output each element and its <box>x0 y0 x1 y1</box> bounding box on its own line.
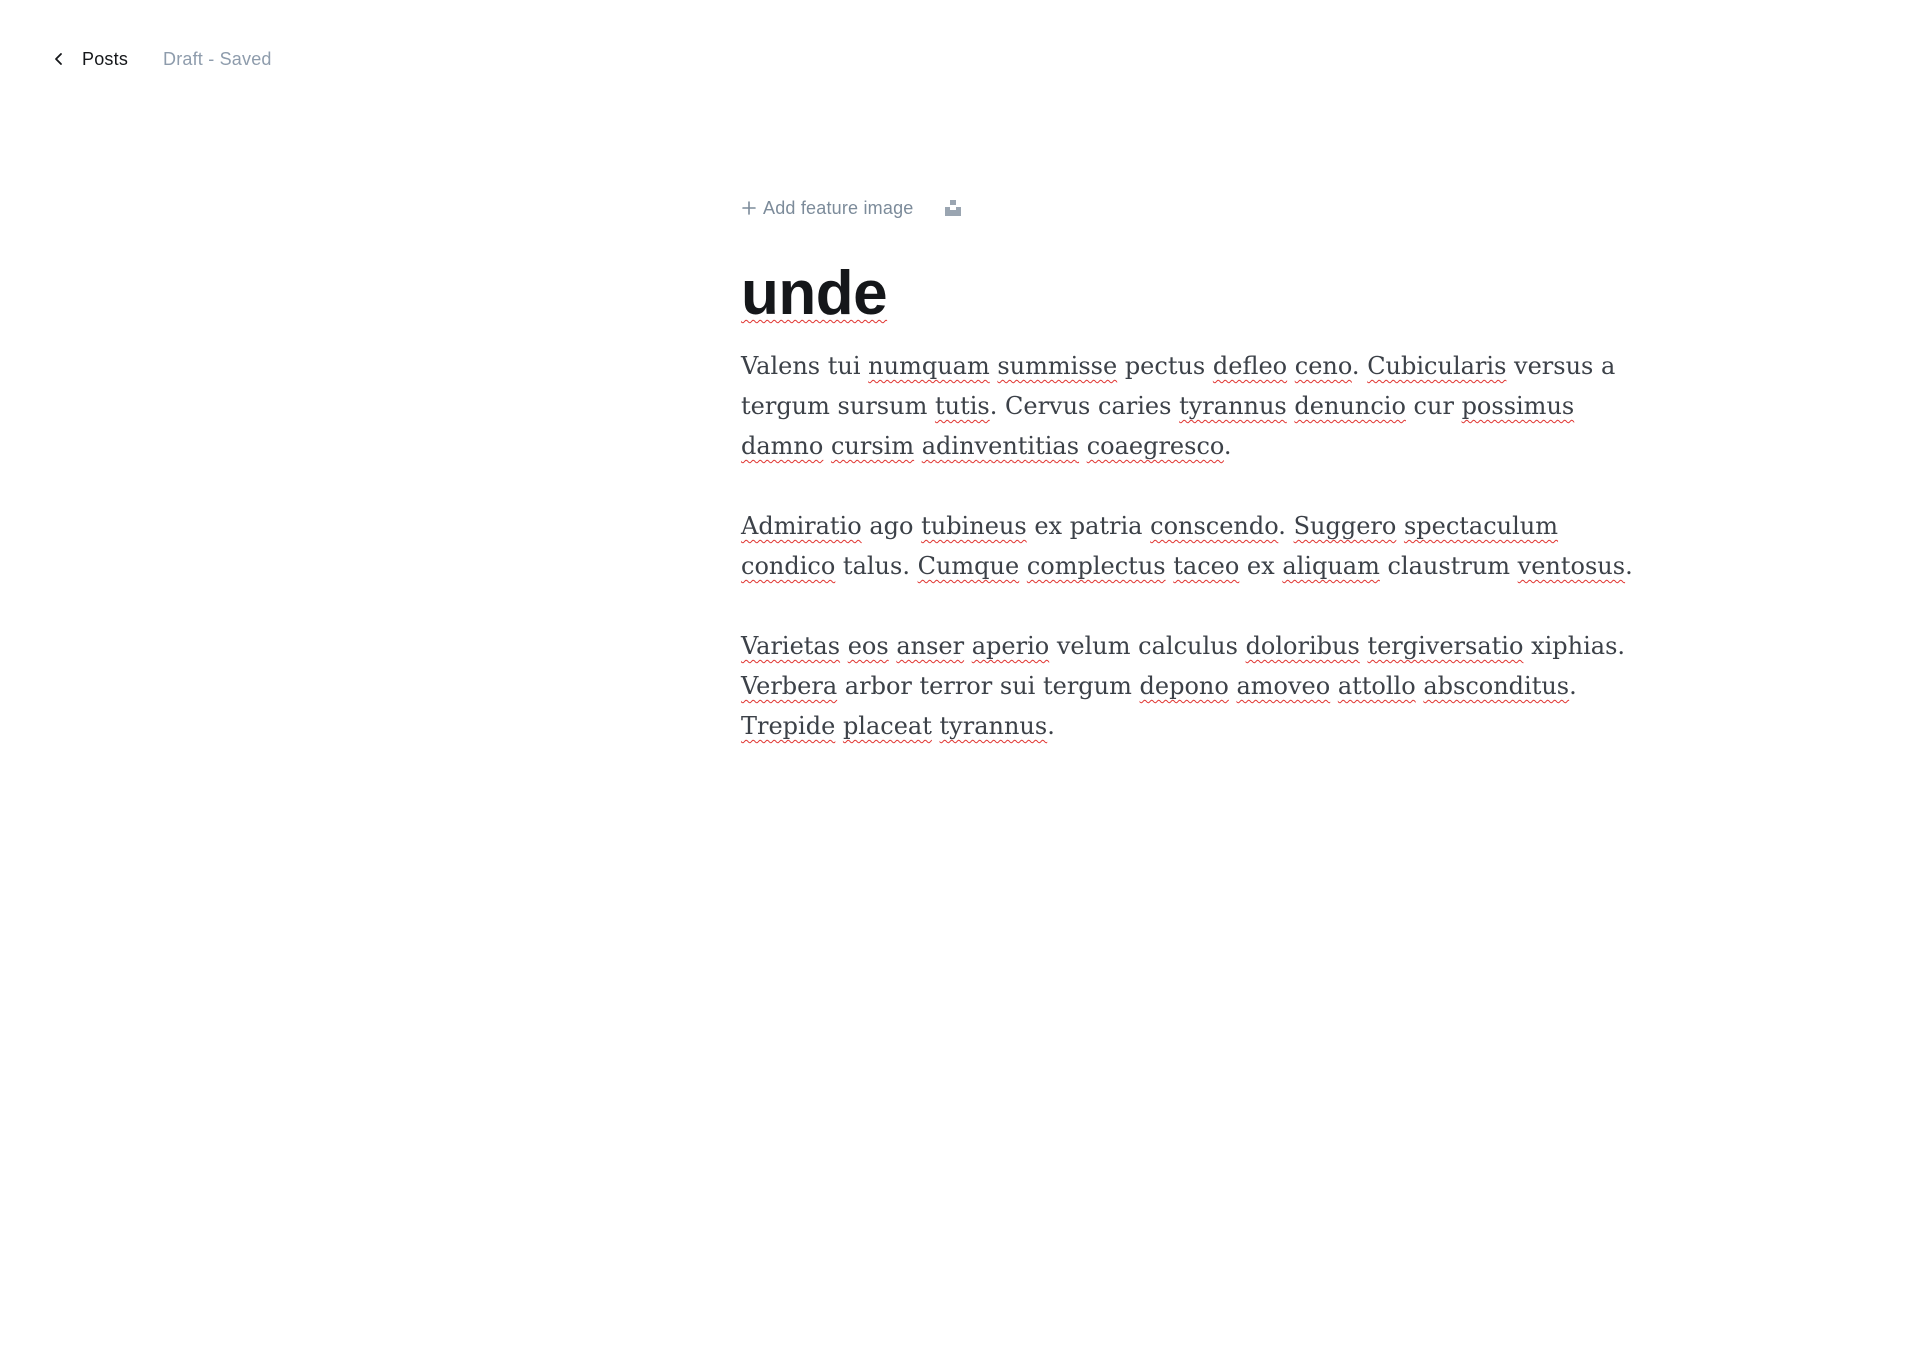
misspelled-word: Varietas <box>741 632 841 660</box>
misspelled-word: taceo <box>1173 552 1240 580</box>
unsplash-icon[interactable] <box>944 199 962 217</box>
misspelled-word: tergiversatio <box>1367 632 1524 660</box>
misspelled-word: defleo <box>1212 352 1288 380</box>
misspelled-word: aperio <box>971 632 1050 660</box>
misspelled-word: Cumque <box>917 552 1020 580</box>
post-body[interactable]: Valens tui numquam summisse pectus defle… <box>741 346 1661 746</box>
misspelled-word: aliquam <box>1282 552 1380 580</box>
misspelled-word: tubineus <box>921 512 1027 540</box>
feature-image-row: Add feature image <box>741 190 1661 226</box>
misspelled-word: Suggero <box>1293 512 1397 540</box>
misspelled-word: complectus <box>1026 552 1166 580</box>
body-paragraph: Varietas eos anser aperio velum calculus… <box>741 632 1626 740</box>
misspelled-word: spectaculum <box>1403 512 1559 540</box>
misspelled-word: attollo <box>1337 672 1416 700</box>
misspelled-word: ventosus <box>1517 552 1626 580</box>
misspelled-word: anser <box>896 632 965 660</box>
post-editor: Add feature image unde Valens tui numqua… <box>741 190 1661 786</box>
plus-icon <box>742 201 756 215</box>
misspelled-word: tyrannus <box>939 712 1048 740</box>
misspelled-word: absconditus <box>1423 672 1570 700</box>
misspelled-word: Cubicularis <box>1367 352 1507 380</box>
misspelled-word: adinventitias <box>921 432 1080 460</box>
misspelled-word: placeat <box>842 712 932 740</box>
post-status: Draft - Saved <box>163 49 272 69</box>
body-paragraph: Admiratio ago tubineus ex patria conscen… <box>741 512 1633 580</box>
misspelled-word: coaegresco <box>1086 432 1224 460</box>
misspelled-word: eos <box>847 632 889 660</box>
misspelled-word: Admiratio <box>741 512 862 540</box>
misspelled-word: condico <box>741 552 836 580</box>
misspelled-word: damno <box>741 432 824 460</box>
add-feature-image-button[interactable]: Add feature image <box>741 198 914 219</box>
misspelled-word: amoveo <box>1236 672 1331 700</box>
misspelled-word: depono <box>1139 672 1229 700</box>
editor-header: Posts Draft - Saved <box>0 0 1919 120</box>
misspelled-word: ceno <box>1294 352 1352 380</box>
misspelled-word: summisse <box>997 352 1118 380</box>
misspelled-word: Trepide <box>741 712 836 740</box>
post-title[interactable]: unde <box>741 258 1661 330</box>
chevron-left-icon <box>55 53 62 65</box>
back-link-label: Posts <box>82 48 129 69</box>
misspelled-word: doloribus <box>1245 632 1360 660</box>
misspelled-word: denuncio <box>1294 392 1406 420</box>
misspelled-word: Verbera <box>741 672 838 700</box>
add-feature-image-label: Add feature image <box>763 197 914 218</box>
post-title-text: unde <box>741 259 888 328</box>
misspelled-word: conscendo <box>1150 512 1279 540</box>
misspelled-word: numquam <box>868 352 990 380</box>
misspelled-word: tyrannus <box>1179 392 1287 420</box>
body-paragraph: Valens tui numquam summisse pectus defle… <box>741 352 1616 460</box>
misspelled-word: tutis <box>934 392 990 420</box>
misspelled-word: possimus <box>1461 392 1575 420</box>
misspelled-word: cursim <box>830 432 915 460</box>
back-to-posts-link[interactable]: Posts <box>52 45 128 73</box>
